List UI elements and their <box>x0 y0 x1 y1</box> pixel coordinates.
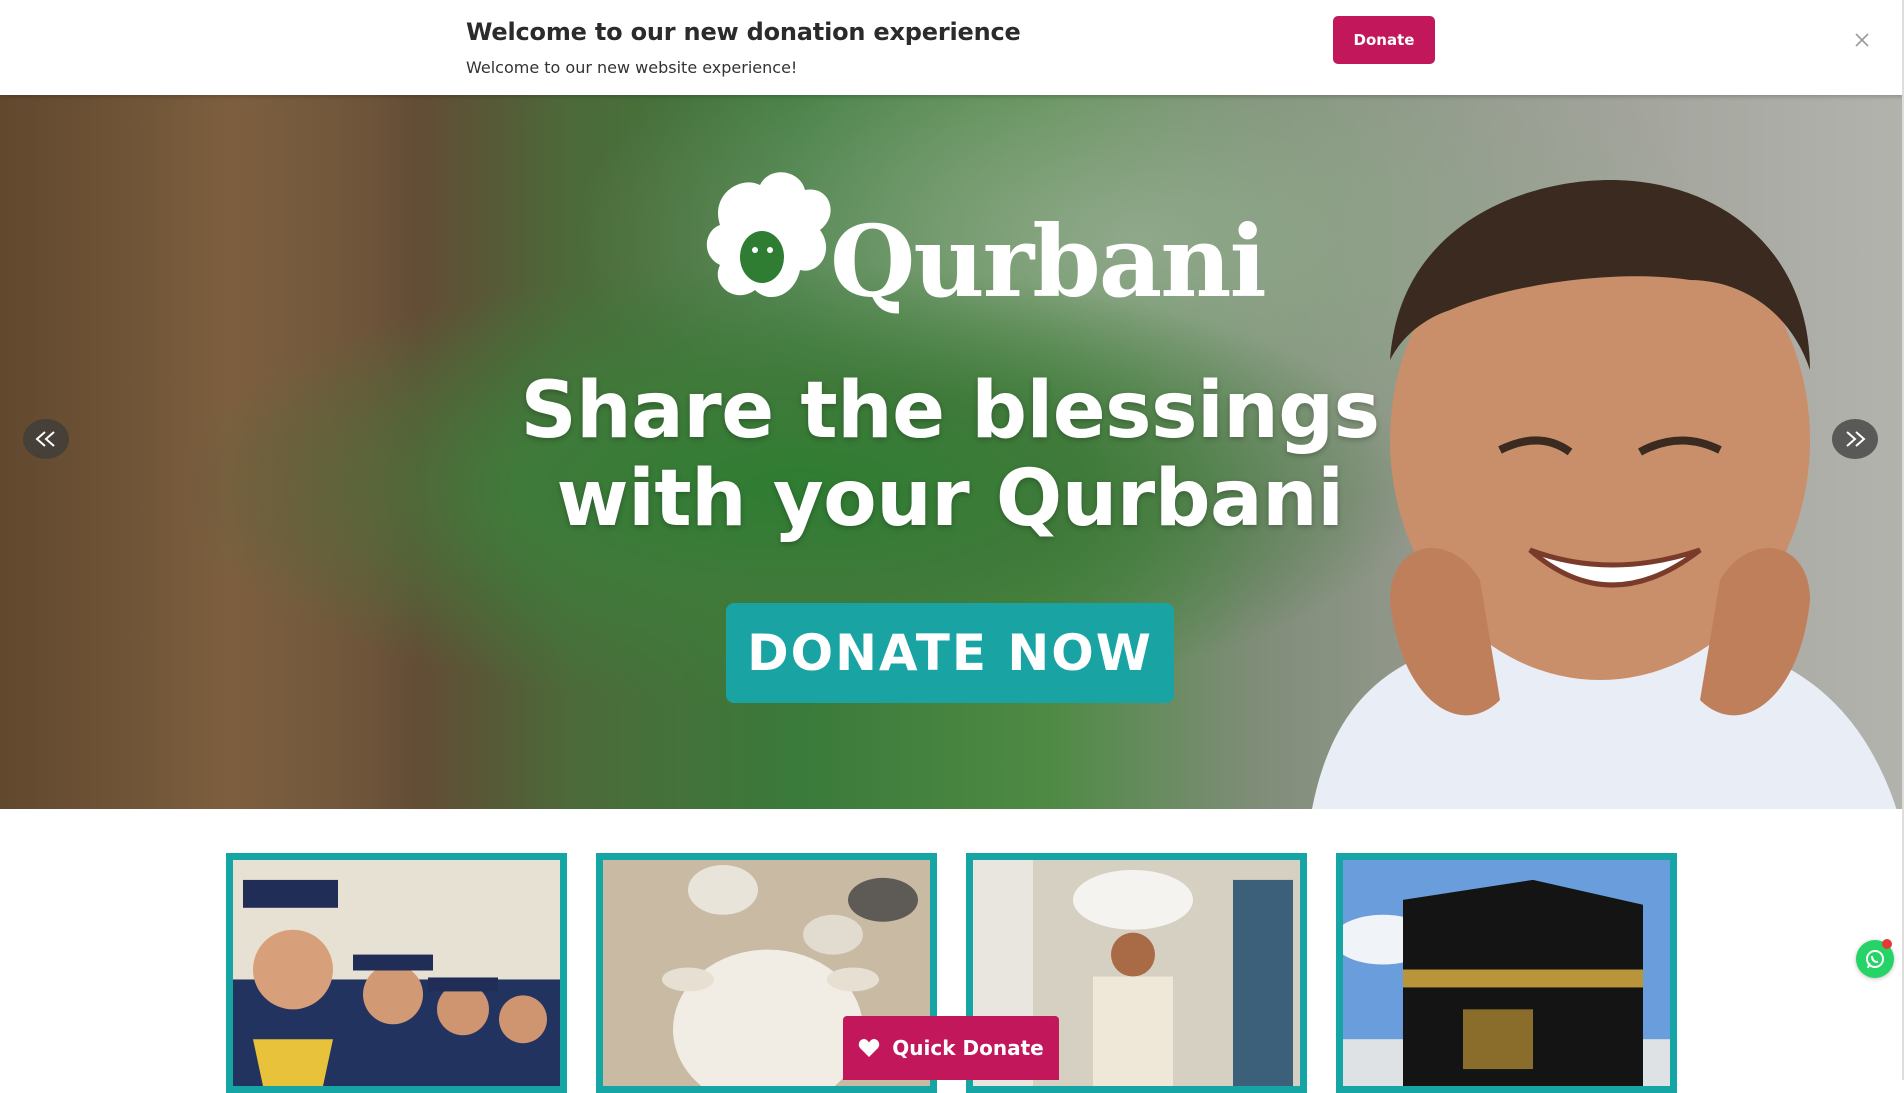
card-photo-kaaba <box>1343 860 1670 1086</box>
announcement-subtitle: Welcome to our new website experience! <box>466 58 798 77</box>
card-graduating-children[interactable] <box>226 853 567 1093</box>
whatsapp-icon <box>1866 950 1884 969</box>
heart-icon <box>859 1039 880 1057</box>
background-rock-texture <box>0 95 520 809</box>
logo-text: Qurbani <box>830 205 1267 320</box>
donate-button[interactable]: Donate <box>1333 16 1435 64</box>
notification-dot <box>1882 939 1892 949</box>
headline-line-2: with your Qurbani <box>556 454 1344 544</box>
double-chevron-right-icon <box>1846 431 1866 447</box>
hero-headline: Share the blessings with your Qurbani <box>500 367 1400 543</box>
announcement-bar: Welcome to our new donation experience W… <box>0 0 1904 95</box>
donate-now-button[interactable]: DONATE NOW <box>726 603 1174 703</box>
headline-line-1: Share the blessings <box>520 366 1380 456</box>
card-photo-graduates <box>233 860 560 1086</box>
hero-slider: Qurbani Share the blessings with your Qu… <box>0 95 1902 809</box>
quick-donate-label: Quick Donate <box>892 1036 1044 1060</box>
sheep-icon <box>706 172 831 298</box>
double-chevron-left-icon <box>35 431 55 447</box>
quick-donate-button[interactable]: Quick Donate <box>843 1016 1059 1080</box>
whatsapp-button[interactable] <box>1856 939 1894 978</box>
qurbani-logo: Qurbani <box>700 165 1267 335</box>
slider-prev-button[interactable] <box>23 419 69 459</box>
slider-next-button[interactable] <box>1832 419 1878 459</box>
card-kaaba[interactable] <box>1336 853 1677 1093</box>
announcement-title: Welcome to our new donation experience <box>466 18 1021 46</box>
close-icon[interactable] <box>1852 30 1872 50</box>
